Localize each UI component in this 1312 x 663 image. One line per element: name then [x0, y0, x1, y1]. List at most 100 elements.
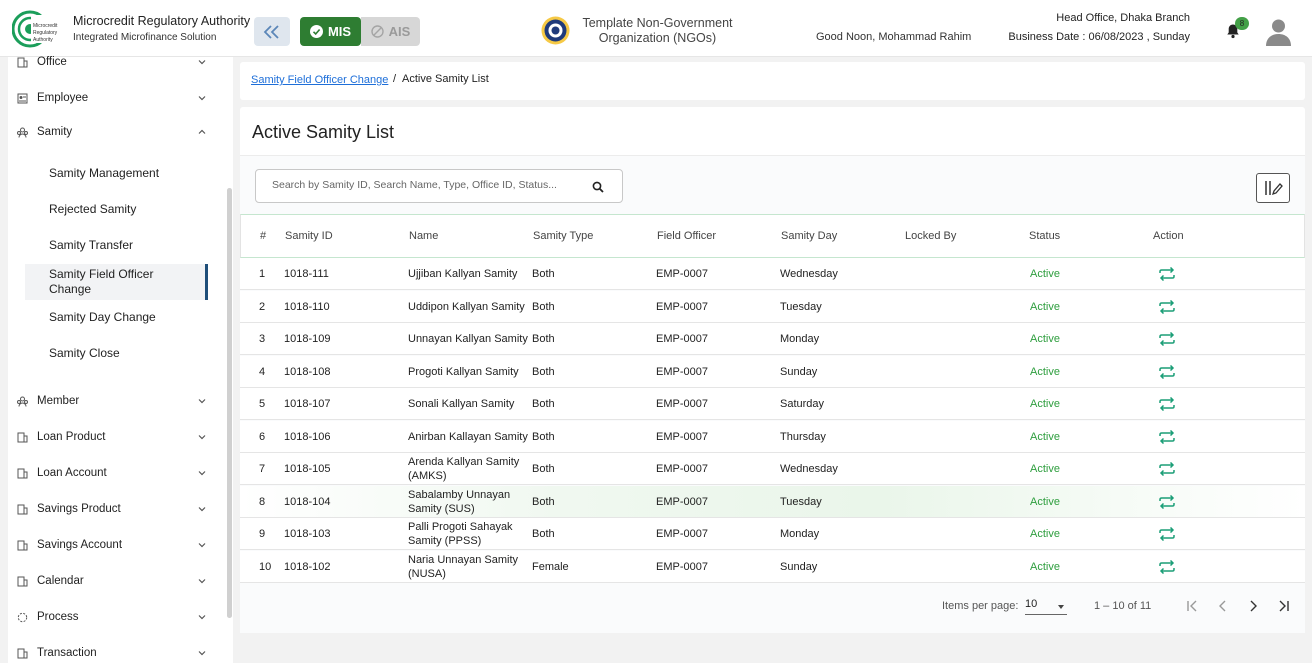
table-row: 4 1018-108 Progoti Kallyan Samity Both E… — [240, 356, 1305, 388]
notification-badge: 8 — [1235, 17, 1249, 30]
chevron-down-icon — [198, 507, 206, 512]
ais-label: AIS — [388, 24, 411, 39]
samity-list-card: Active Samity List # Samity ID Name Sami… — [240, 107, 1305, 633]
next-page-button[interactable] — [1244, 597, 1262, 615]
sidebar-subitem-samity-field-officer-change[interactable]: Samity Field Officer Change — [25, 264, 208, 300]
change-officer-icon[interactable] — [1158, 397, 1176, 411]
cell-samity-type: Both — [532, 398, 555, 410]
breadcrumb-separator: / — [393, 73, 397, 85]
cell-status: Active — [1030, 398, 1060, 410]
sidebar-subitem-samity-day-change[interactable]: Samity Day Change — [25, 308, 208, 326]
loan-product-icon — [17, 432, 28, 443]
search-input[interactable] — [272, 179, 582, 191]
sidebar-subitem-label: Samity Day Change — [49, 310, 156, 324]
cell-samity-type: Both — [532, 268, 555, 280]
col-header-status[interactable]: Status — [1029, 230, 1060, 242]
samity-icon — [17, 127, 28, 138]
last-page-icon — [1279, 600, 1289, 612]
sidebar-item-office[interactable]: Office — [8, 51, 213, 73]
sidebar-item-label: Loan Product — [37, 431, 106, 443]
sidebar-item-samity[interactable]: Samity — [8, 121, 213, 143]
change-officer-icon[interactable] — [1158, 527, 1176, 541]
breadcrumb-link-field-officer-change[interactable]: Samity Field Officer Change — [251, 74, 388, 86]
col-header-samity-day[interactable]: Samity Day — [781, 230, 837, 242]
table-row: 10 1018-102 Naria Unnayan Samity (NUSA) … — [240, 551, 1305, 583]
calendar-icon — [17, 576, 28, 587]
process-icon — [17, 612, 28, 623]
col-header-index: # — [260, 230, 267, 242]
cell-index: 6 — [259, 431, 266, 443]
sidebar-subitem-samity-management[interactable]: Samity Management — [25, 164, 208, 182]
dropdown-caret-icon — [1058, 605, 1064, 609]
sidebar-item-label: Process — [37, 611, 79, 623]
sidebar-item-calendar[interactable]: Calendar — [8, 570, 213, 592]
prev-page-button[interactable] — [1214, 597, 1232, 615]
change-officer-icon[interactable] — [1158, 430, 1176, 444]
cell-samity-id: 1018-103 — [284, 528, 331, 540]
col-header-locked-by[interactable]: Locked By — [905, 230, 956, 242]
change-officer-icon[interactable] — [1158, 365, 1176, 379]
sidebar-item-label: Loan Account — [37, 467, 107, 479]
ais-button[interactable]: AIS — [361, 17, 420, 46]
mis-label: MIS — [327, 24, 352, 39]
sidebar-item-savings-account[interactable]: Savings Account — [8, 534, 213, 556]
sidebar-item-member[interactable]: Member — [8, 390, 213, 412]
cell-field-officer: EMP-0007 — [656, 496, 708, 508]
app-subtitle: Integrated Microfinance Solution — [73, 32, 217, 43]
sidebar-subitem-samity-close[interactable]: Samity Close — [25, 344, 208, 362]
sidebar-item-label: Savings Account — [37, 539, 123, 551]
change-officer-icon[interactable] — [1158, 267, 1176, 281]
search-icon[interactable] — [592, 181, 604, 193]
col-header-field-officer[interactable]: Field Officer — [657, 230, 716, 242]
cell-field-officer: EMP-0007 — [656, 528, 708, 540]
sidebar-item-employee[interactable]: Employee — [8, 87, 213, 109]
cell-field-officer: EMP-0007 — [656, 463, 708, 475]
sidebar-item-savings-product[interactable]: Savings Product — [8, 498, 213, 520]
cell-index: 1 — [259, 268, 266, 280]
col-header-name[interactable]: Name — [409, 230, 438, 242]
cell-samity-id: 1018-110 — [284, 301, 330, 313]
change-officer-icon[interactable] — [1158, 560, 1176, 574]
cell-name: Unnayan Kallyan Samity — [408, 333, 528, 345]
sidebar-item-label: Employee — [37, 92, 89, 104]
cell-field-officer: EMP-0007 — [656, 431, 708, 443]
sidebar-subitem-rejected-samity[interactable]: Rejected Samity — [25, 200, 208, 218]
sidebar-subitem-label: Samity Transfer — [49, 238, 134, 252]
change-officer-icon[interactable] — [1158, 462, 1176, 476]
table-row: 2 1018-110 Uddipon Kallyan Samity Both E… — [240, 291, 1305, 323]
change-officer-icon[interactable] — [1158, 300, 1176, 314]
paginator: Items per page: 10 1 – 10 of 11 — [240, 581, 1305, 621]
sidebar-item-loan-product[interactable]: Loan Product — [8, 426, 213, 448]
column-settings-button[interactable] — [1256, 173, 1290, 203]
cell-status: Active — [1030, 496, 1060, 508]
change-officer-icon[interactable] — [1158, 332, 1176, 346]
cell-status: Active — [1030, 301, 1060, 313]
sidebar-scrollbar[interactable] — [227, 188, 232, 618]
items-per-page-label: Items per page: — [942, 600, 1019, 612]
sidebar-item-transaction[interactable]: Transaction — [8, 642, 213, 663]
sidebar-subitem-samity-transfer[interactable]: Samity Transfer — [25, 236, 208, 254]
svg-text:Authority: Authority — [33, 37, 53, 43]
sidebar-item-label: Calendar — [37, 575, 84, 587]
cell-index: 7 — [259, 463, 266, 475]
chevron-down-icon — [198, 399, 206, 404]
cell-index: 10 — [259, 561, 272, 573]
cell-samity-day: Tuesday — [780, 301, 822, 313]
cell-samity-type: Both — [532, 431, 555, 443]
sidebar-subitem-label: Samity Close — [49, 346, 120, 360]
col-header-samity-id[interactable]: Samity ID — [285, 230, 333, 242]
first-page-button[interactable] — [1184, 597, 1202, 615]
col-header-samity-type[interactable]: Samity Type — [533, 230, 593, 242]
cell-status: Active — [1030, 431, 1060, 443]
collapse-sidebar-button[interactable] — [254, 17, 290, 46]
block-icon — [370, 25, 384, 38]
last-page-button[interactable] — [1274, 597, 1292, 615]
sidebar-item-process[interactable]: Process — [8, 606, 213, 628]
mis-button[interactable]: MIS — [300, 17, 361, 46]
cell-name: Arenda Kallyan Samity (AMKS) — [408, 456, 520, 482]
sidebar-item-loan-account[interactable]: Loan Account — [8, 462, 213, 484]
change-officer-icon[interactable] — [1158, 495, 1176, 509]
avatar[interactable] — [1265, 17, 1292, 46]
cell-name: Ujjiban Kallyan Samity — [408, 268, 518, 280]
cell-status: Active — [1030, 528, 1060, 540]
